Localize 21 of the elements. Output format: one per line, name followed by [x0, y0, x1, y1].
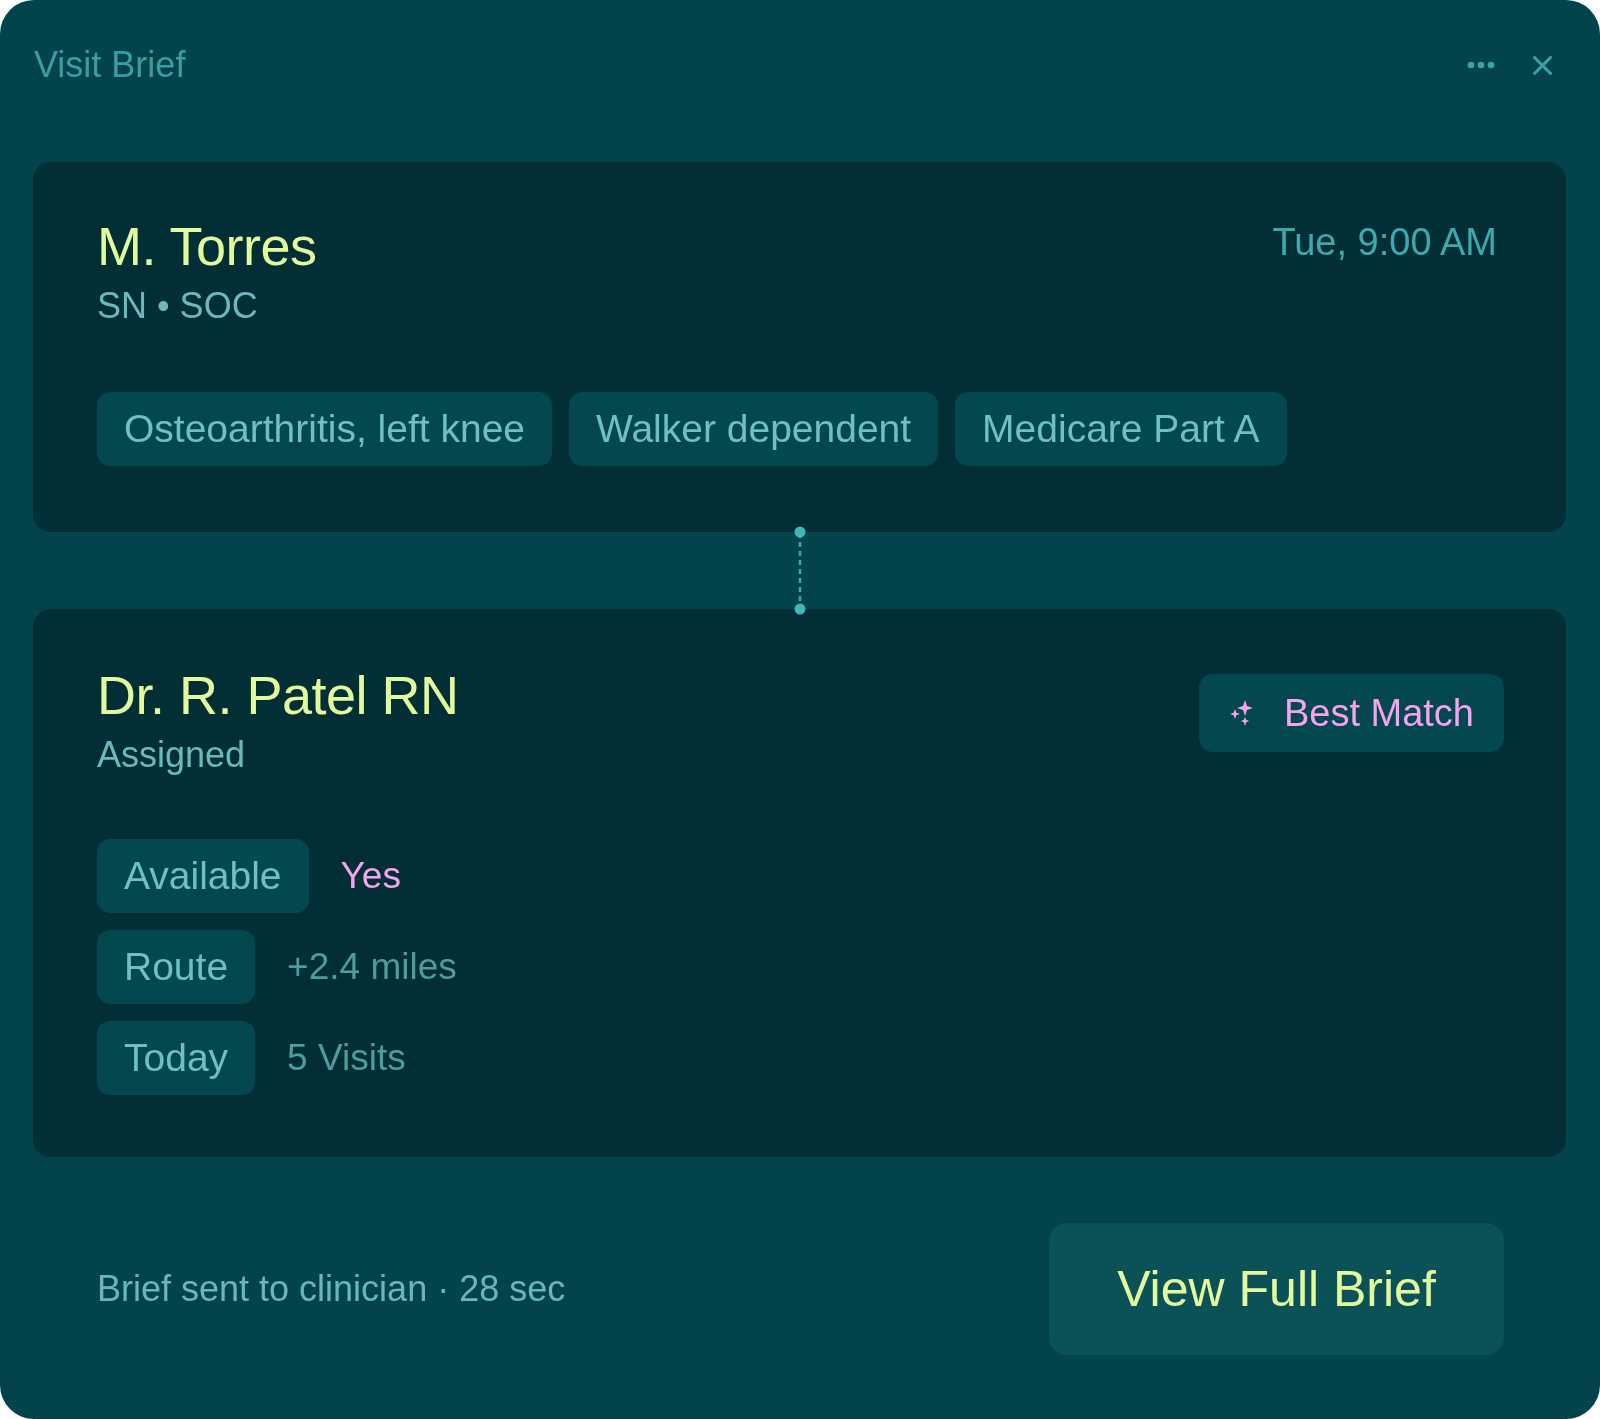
fact-value: 5 Visits — [287, 1037, 406, 1079]
status-note: Brief sent to clinician · 28 sec — [97, 1269, 566, 1309]
fact-label: Today — [97, 1021, 256, 1095]
visit-time: Tue, 9:00 AM — [1272, 220, 1497, 265]
window-title: Visit Brief — [34, 44, 186, 86]
fact-label: Available — [97, 839, 309, 913]
fact-value: Yes — [340, 855, 401, 897]
clinician-name: Dr. R. Patel RN — [97, 664, 459, 727]
fact-value: +2.4 miles — [287, 946, 457, 988]
patient-name: M. Torres — [97, 215, 317, 278]
tag-chip: Osteoarthritis, left knee — [97, 392, 552, 466]
fact-label: Route — [97, 930, 256, 1004]
tag-chip: Walker dependent — [569, 392, 939, 466]
more-icon[interactable] — [1467, 61, 1495, 69]
badge-label: Best Match — [1283, 691, 1474, 735]
view-full-brief-button[interactable]: View Full Brief — [1049, 1223, 1504, 1355]
sparkle-icon — [1229, 700, 1254, 726]
tag-chip: Medicare Part A — [955, 392, 1287, 466]
close-icon[interactable] — [1533, 55, 1552, 75]
assignment-status: Assigned — [97, 733, 247, 777]
visit-type: SN • SOC — [97, 284, 259, 328]
